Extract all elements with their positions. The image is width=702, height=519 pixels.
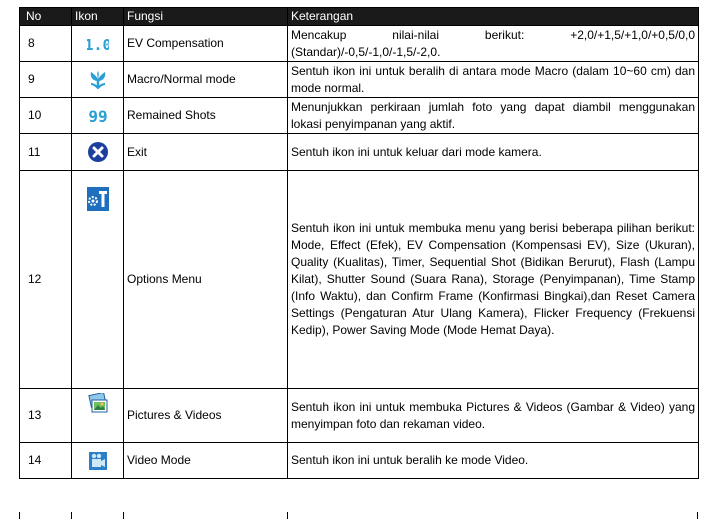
- table-row: 14 Video Mode Sentuh ikon ini untuk bera…: [19, 442, 699, 479]
- function-name: Remained Shots: [123, 97, 288, 134]
- row-number: 8: [19, 25, 72, 62]
- row-number: 11: [19, 133, 72, 171]
- ev-compensation-icon: 1.0: [87, 36, 109, 53]
- function-description: Sentuh ikon ini untuk keluar dari mode k…: [287, 133, 699, 171]
- table-row: 10 99 Remained Shots Menunjukkan perkira…: [19, 97, 699, 134]
- header-description: Keterangan: [287, 7, 699, 26]
- function-description: Sentuh ikon ini untuk beralih di antara …: [287, 61, 699, 98]
- svg-text:1.0: 1.0: [87, 36, 109, 53]
- row-number: 13: [19, 388, 72, 443]
- function-name: Video Mode: [123, 442, 288, 479]
- row-number: 9: [19, 61, 72, 98]
- table-border-continuation: [697, 512, 698, 519]
- function-name: Exit: [123, 133, 288, 171]
- table-row: 11 Exit Sentuh ikon ini untuk keluar dar…: [19, 133, 699, 171]
- video-mode-icon: [88, 451, 107, 470]
- remaining-shots-icon: 99: [88, 107, 107, 125]
- row-number: 14: [19, 442, 72, 479]
- svg-text:99: 99: [88, 107, 107, 125]
- table-row: 8 1.0 EV Compensation Mencakup nilai-nil…: [19, 25, 699, 62]
- table-row: 13 Pictures & Videos Sentuh ikon ini unt…: [19, 388, 699, 443]
- table-border-continuation: [123, 512, 124, 519]
- table-border-continuation: [287, 512, 288, 519]
- function-name: EV Compensation: [123, 25, 288, 62]
- function-name: Options Menu: [123, 170, 288, 389]
- pictures-videos-icon: [87, 393, 107, 413]
- function-description: Sentuh ikon ini untuk membuka menu yang …: [287, 170, 699, 389]
- table-row: 12 Options Menu Sentuh ikon ini untuk me…: [19, 170, 699, 389]
- exit-icon: [87, 142, 108, 162]
- function-description: Sentuh ikon ini untuk membuka Pictures &…: [287, 388, 699, 443]
- header-function: Fungsi: [123, 7, 288, 26]
- function-name: Pictures & Videos: [123, 388, 288, 443]
- row-number: 12: [19, 170, 72, 389]
- function-description: Mencakup nilai-nilai berikut: +2,0/+1,5/…: [287, 25, 699, 62]
- function-name: Macro/Normal mode: [123, 61, 288, 98]
- table-header-row: No Ikon Fungsi Keterangan: [19, 7, 699, 26]
- header-no: No: [19, 7, 72, 26]
- table-border-continuation: [71, 512, 72, 519]
- options-menu-icon: [86, 187, 109, 211]
- function-description: Menunjukkan perkiraan jumlah foto yang d…: [287, 97, 699, 134]
- row-number: 10: [19, 97, 72, 134]
- header-icon: Ikon: [71, 7, 124, 26]
- icon-reference-table: No Ikon Fungsi Keterangan 8 1.0 EV Compe…: [19, 7, 699, 479]
- macro-flower-icon: [90, 70, 105, 89]
- table-row: 9 Macro/Normal mode Sentuh ikon ini untu…: [19, 61, 699, 98]
- table-border-continuation: [19, 512, 20, 519]
- function-description: Sentuh ikon ini untuk beralih ke mode Vi…: [287, 442, 699, 479]
